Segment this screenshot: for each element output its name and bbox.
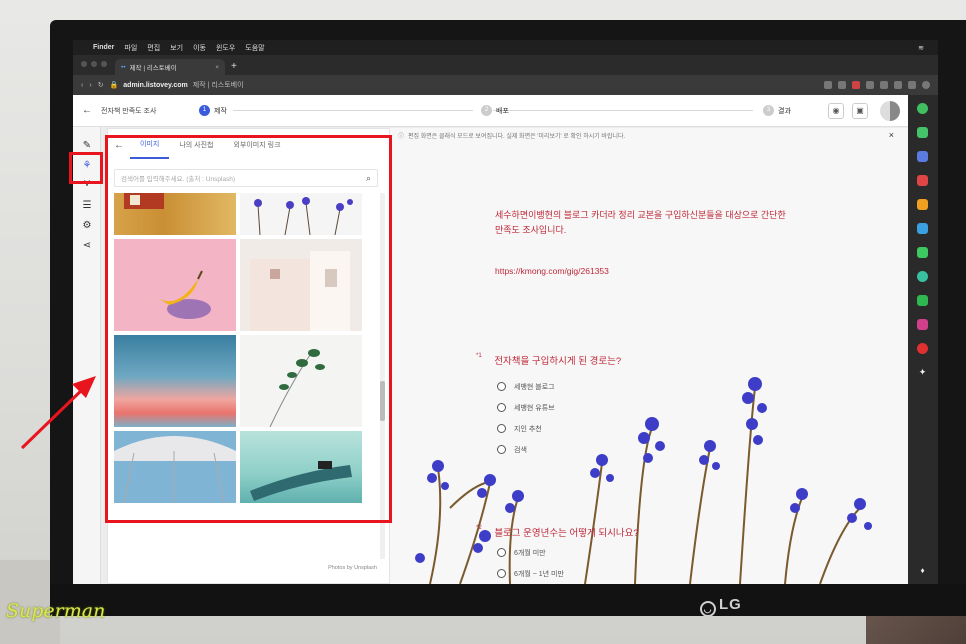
red-arrow-annotation — [20, 376, 96, 450]
signature-watermark: Superman — [6, 600, 106, 622]
